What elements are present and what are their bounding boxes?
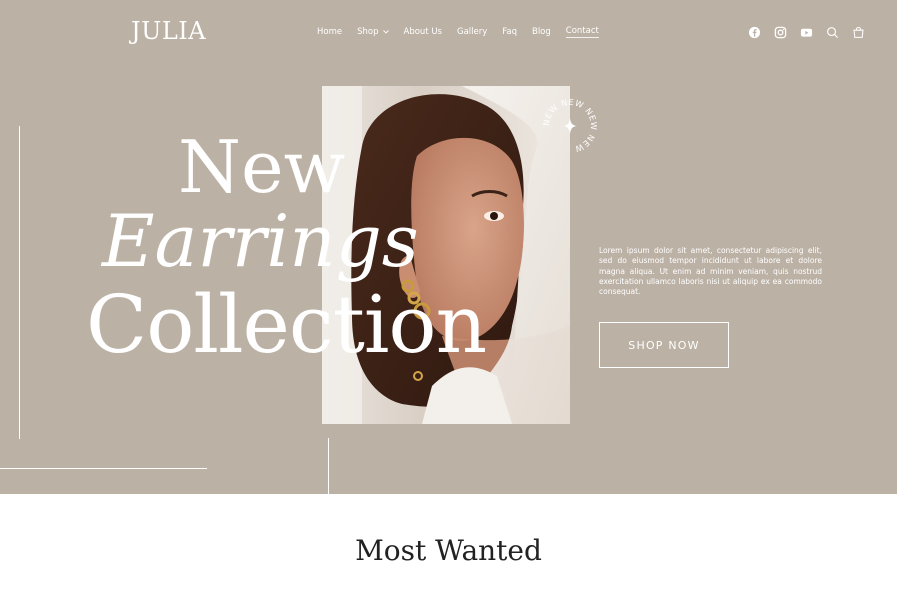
- nav-item-faq[interactable]: Faq: [502, 25, 517, 38]
- hero-section: JULIA Home Shop About Us Gallery Faq Blo…: [0, 0, 897, 494]
- decorative-vertical-line: [19, 126, 20, 439]
- site-logo[interactable]: JULIA: [131, 17, 206, 45]
- headline-line-collection: Collection: [86, 278, 487, 371]
- facebook-icon[interactable]: [747, 25, 761, 39]
- search-icon[interactable]: [825, 25, 839, 39]
- shop-now-button[interactable]: SHOP NOW: [599, 322, 729, 368]
- nav-item-shop[interactable]: Shop: [357, 25, 389, 38]
- nav-item-label: Faq: [502, 26, 517, 37]
- header-icons: [747, 25, 877, 39]
- nav-item-label: Gallery: [456, 26, 488, 37]
- hero-description: Lorem ipsum dolor sit amet, consectetur …: [599, 246, 822, 297]
- instagram-icon[interactable]: [773, 25, 787, 39]
- chevron-down-icon: [382, 29, 389, 34]
- main-nav: Home Shop About Us Gallery Faq Blog Cont…: [317, 25, 614, 38]
- nav-item-blog[interactable]: Blog: [532, 25, 551, 38]
- cart-icon[interactable]: [851, 25, 865, 39]
- nav-item-label: Home: [317, 26, 343, 37]
- youtube-icon[interactable]: [799, 25, 813, 39]
- decorative-vertical-line: [328, 438, 329, 494]
- nav-item-contact[interactable]: Contact: [565, 25, 599, 38]
- nav-item-label: About Us: [403, 26, 442, 37]
- nav-item-label: Blog: [531, 26, 551, 37]
- new-badge: NEW NEW NEW NEW: [540, 96, 600, 156]
- nav-item-gallery[interactable]: Gallery: [457, 25, 487, 38]
- nav-item-home[interactable]: Home: [317, 25, 342, 38]
- nav-item-label: Contact: [565, 26, 599, 36]
- nav-item-label: Shop: [357, 26, 379, 37]
- headline-line-new: New: [178, 125, 346, 209]
- section-title-most-wanted: Most Wanted: [355, 534, 542, 567]
- nav-item-about-us[interactable]: About Us: [404, 25, 442, 38]
- sparkle-icon: [563, 118, 577, 134]
- headline-line-earrings: Earrings: [102, 199, 419, 283]
- decorative-horizontal-line: [0, 468, 207, 469]
